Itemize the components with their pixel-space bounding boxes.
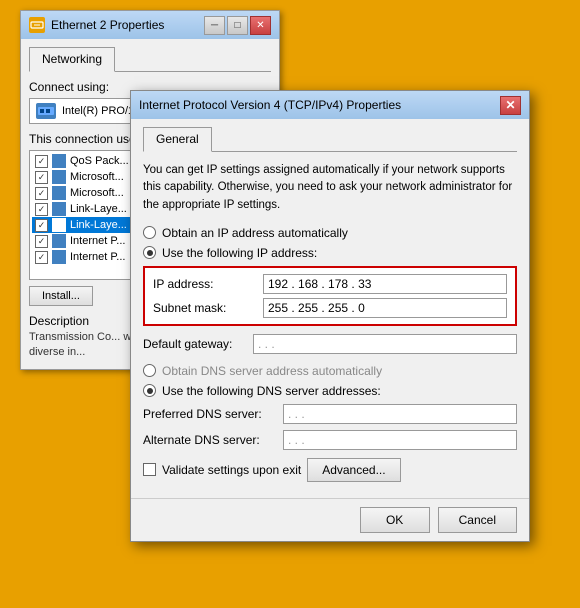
info-text: You can get IP settings assigned automat…: [143, 162, 517, 214]
subnet-mask-value: 255 . 255 . 255 . 0: [268, 301, 365, 315]
eth-networking-tab[interactable]: Networking: [29, 47, 115, 72]
auto-dns-label: Obtain DNS server address automatically: [162, 364, 382, 378]
preferred-dns-value: . . .: [288, 407, 305, 421]
tcp-close-button[interactable]: ✕: [500, 96, 521, 115]
checkbox-icon: ✓: [35, 203, 48, 216]
item-icon: [52, 202, 66, 216]
adapter-icon: [36, 103, 56, 119]
tcp-window-title: Internet Protocol Version 4 (TCP/IPv4) P…: [139, 98, 401, 112]
subnet-mask-row: Subnet mask: 255 . 255 . 255 . 0: [153, 298, 507, 318]
item-label: Link-Laye...: [70, 219, 127, 231]
manual-dns-radio-row: Use the following DNS server addresses:: [143, 384, 517, 398]
item-icon: [52, 218, 66, 232]
eth-titlebar: Ethernet 2 Properties ─ □ ✕: [21, 11, 279, 39]
ip-section: IP address: 192 . 168 . 178 . 33 Subnet …: [143, 266, 517, 326]
gateway-value: . . .: [258, 337, 275, 351]
preferred-dns-input[interactable]: . . .: [283, 404, 517, 424]
ip-address-label: IP address:: [153, 277, 263, 291]
item-icon: [52, 186, 66, 200]
item-label: Internet P...: [70, 235, 125, 247]
gateway-row: Default gateway: . . .: [143, 334, 517, 354]
manual-ip-radio-row: Use the following IP address:: [143, 246, 517, 260]
validate-checkbox[interactable]: [143, 463, 156, 476]
checkbox-icon: ✓: [35, 155, 48, 168]
preferred-dns-row: Preferred DNS server: . . .: [143, 404, 517, 424]
auto-dns-radio[interactable]: [143, 364, 156, 377]
eth-titlebar-left: Ethernet 2 Properties: [29, 17, 164, 33]
cancel-button[interactable]: Cancel: [438, 507, 517, 533]
auto-ip-label: Obtain an IP address automatically: [162, 226, 348, 240]
eth-minimize-button[interactable]: ─: [204, 16, 225, 35]
alternate-dns-value: . . .: [288, 433, 305, 447]
checkbox-icon: ✓: [35, 219, 48, 232]
manual-dns-radio[interactable]: [143, 384, 156, 397]
checkbox-icon: ✓: [35, 251, 48, 264]
checkbox-icon: ✓: [35, 171, 48, 184]
tcp-tab-bar: General: [143, 127, 517, 152]
eth-window-controls: ─ □ ✕: [204, 16, 271, 35]
alternate-dns-input[interactable]: . . .: [283, 430, 517, 450]
item-icon: [52, 250, 66, 264]
validate-label: Validate settings upon exit: [162, 463, 301, 477]
preferred-dns-label: Preferred DNS server:: [143, 407, 283, 421]
manual-dns-label: Use the following DNS server addresses:: [162, 384, 381, 398]
auto-dns-radio-row: Obtain DNS server address automatically: [143, 364, 517, 378]
install-button[interactable]: Install...: [29, 286, 93, 306]
ip-address-value: 192 . 168 . 178 . 33: [268, 277, 371, 291]
tcp-general-tab[interactable]: General: [143, 127, 212, 152]
validate-row: Validate settings upon exit Advanced...: [143, 458, 517, 482]
ip-address-row: IP address: 192 . 168 . 178 . 33: [153, 274, 507, 294]
item-label: QoS Pack...: [70, 155, 129, 167]
ip-address-input[interactable]: 192 . 168 . 178 . 33: [263, 274, 507, 294]
tcp-properties-window: Internet Protocol Version 4 (TCP/IPv4) P…: [130, 90, 530, 542]
item-icon: [52, 154, 66, 168]
subnet-mask-input[interactable]: 255 . 255 . 255 . 0: [263, 298, 507, 318]
auto-ip-radio-row: Obtain an IP address automatically: [143, 226, 517, 240]
manual-ip-label: Use the following IP address:: [162, 246, 317, 260]
default-gateway-input[interactable]: . . .: [253, 334, 517, 354]
auto-ip-radio[interactable]: [143, 226, 156, 239]
checkbox-icon: ✓: [35, 235, 48, 248]
alternate-dns-label: Alternate DNS server:: [143, 433, 283, 447]
subnet-mask-label: Subnet mask:: [153, 301, 263, 315]
item-label: Microsoft...: [70, 171, 124, 183]
tcp-bottom-buttons: OK Cancel: [131, 498, 529, 541]
ok-button[interactable]: OK: [360, 507, 430, 533]
eth-window-title: Ethernet 2 Properties: [51, 18, 164, 32]
item-label: Microsoft...: [70, 187, 124, 199]
eth-maximize-button[interactable]: □: [227, 16, 248, 35]
checkbox-icon: ✓: [35, 187, 48, 200]
item-label: Internet P...: [70, 251, 125, 263]
tcp-titlebar: Internet Protocol Version 4 (TCP/IPv4) P…: [131, 91, 529, 119]
ethernet-icon: [29, 17, 45, 33]
manual-ip-radio[interactable]: [143, 246, 156, 259]
item-icon: [52, 234, 66, 248]
alternate-dns-row: Alternate DNS server: . . .: [143, 430, 517, 450]
default-gateway-label: Default gateway:: [143, 337, 253, 351]
advanced-button[interactable]: Advanced...: [307, 458, 400, 482]
eth-tab-bar: Networking: [29, 47, 271, 72]
item-label: Link-Laye...: [70, 203, 127, 215]
eth-close-button[interactable]: ✕: [250, 16, 271, 35]
item-icon: [52, 170, 66, 184]
